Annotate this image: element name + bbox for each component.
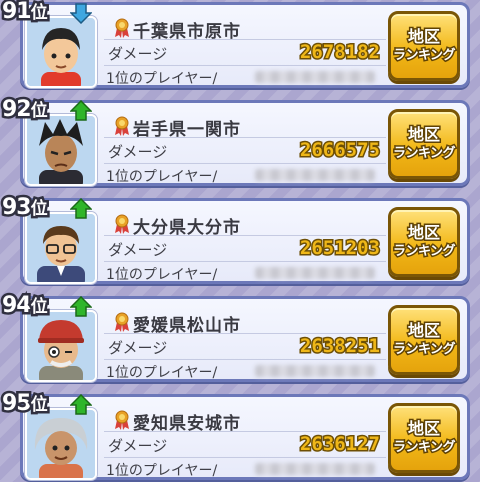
ranking-row: 95位 愛知県安城市 ダメージ 2636127 1位のプレイヤー/ 地区 ランキン… bbox=[0, 389, 480, 482]
damage-value: 2651203 bbox=[298, 236, 381, 261]
button-label-line1: 地区 bbox=[406, 26, 441, 48]
button-label-line1: 地区 bbox=[406, 222, 441, 244]
damage-value: 2636127 bbox=[298, 432, 381, 457]
regional-ranking-button[interactable]: 地区 ランキング bbox=[388, 11, 460, 81]
player-avatar bbox=[25, 310, 97, 382]
divider bbox=[104, 359, 386, 360]
button-label-line2: ランキング bbox=[391, 47, 457, 65]
divider bbox=[104, 261, 386, 262]
damage-label: ダメージ bbox=[108, 339, 168, 357]
arrow-up-icon bbox=[70, 100, 92, 121]
blurred-player-name bbox=[255, 463, 375, 475]
damage-label: ダメージ bbox=[108, 143, 168, 161]
button-label-line2: ランキング bbox=[391, 341, 457, 359]
player-avatar bbox=[25, 16, 97, 88]
top-player-label: 1位のプレイヤー/ bbox=[106, 169, 218, 185]
regional-ranking-button[interactable]: 地区 ランキング bbox=[388, 305, 460, 375]
damage-value: 2678182 bbox=[298, 40, 381, 65]
rank-number: 95位 bbox=[0, 389, 50, 419]
damage-value: 2666575 bbox=[298, 138, 381, 163]
button-label-line1: 地区 bbox=[406, 124, 441, 146]
blurred-player-name bbox=[255, 71, 375, 83]
medal-icon bbox=[115, 214, 129, 234]
rank-number: 91位 bbox=[0, 0, 50, 27]
player-avatar bbox=[25, 114, 97, 186]
blurred-player-name bbox=[255, 169, 375, 181]
button-label-line1: 地区 bbox=[406, 418, 441, 440]
damage-label: ダメージ bbox=[108, 241, 168, 259]
top-player-label: 1位のプレイヤー/ bbox=[106, 365, 218, 381]
regional-ranking-button[interactable]: 地区 ランキング bbox=[388, 207, 460, 277]
top-player-label: 1位のプレイヤー/ bbox=[106, 463, 218, 479]
arrow-up-icon bbox=[70, 198, 92, 219]
ranking-list: 91位 千葉県市原市 ダメージ 2678182 1位のプレイヤー/ 地区 ランキン… bbox=[0, 0, 480, 480]
divider bbox=[104, 163, 386, 164]
top-player-label: 1位のプレイヤー/ bbox=[106, 71, 218, 87]
top-player-label: 1位のプレイヤー/ bbox=[106, 267, 218, 283]
blurred-player-name bbox=[255, 365, 375, 377]
medal-icon bbox=[115, 18, 129, 38]
rank-number: 92位 bbox=[0, 95, 50, 125]
divider bbox=[104, 431, 386, 432]
ranking-row: 94位 愛媛県松山市 ダメージ 2638251 1位のプレイヤー/ 地区 ランキン… bbox=[0, 291, 480, 384]
damage-label: ダメージ bbox=[108, 45, 168, 63]
button-label-line1: 地区 bbox=[406, 320, 441, 342]
medal-icon bbox=[115, 410, 129, 430]
arrow-up-icon bbox=[70, 394, 92, 415]
ranking-row: 93位 大分県大分市 ダメージ 2651203 1位のプレイヤー/ 地区 ランキン… bbox=[0, 193, 480, 286]
divider bbox=[104, 39, 386, 40]
damage-label: ダメージ bbox=[108, 437, 168, 455]
divider bbox=[104, 333, 386, 334]
ranking-row: 92位 岩手県一関市 ダメージ 2666575 1位のプレイヤー/ 地区 ランキン… bbox=[0, 95, 480, 188]
button-label-line2: ランキング bbox=[391, 243, 457, 261]
damage-value: 2638251 bbox=[298, 334, 381, 359]
rank-number: 93位 bbox=[0, 193, 50, 223]
blurred-player-name bbox=[255, 267, 375, 279]
arrow-down-icon bbox=[70, 3, 92, 24]
regional-ranking-button[interactable]: 地区 ランキング bbox=[388, 403, 460, 473]
divider bbox=[104, 65, 386, 66]
ranking-row: 91位 千葉県市原市 ダメージ 2678182 1位のプレイヤー/ 地区 ランキン… bbox=[0, 0, 480, 90]
player-avatar bbox=[25, 212, 97, 284]
medal-icon bbox=[115, 116, 129, 136]
player-avatar bbox=[25, 408, 97, 480]
divider bbox=[104, 457, 386, 458]
divider bbox=[104, 137, 386, 138]
medal-icon bbox=[115, 312, 129, 332]
rank-number: 94位 bbox=[0, 291, 50, 321]
button-label-line2: ランキング bbox=[391, 145, 457, 163]
button-label-line2: ランキング bbox=[391, 439, 457, 457]
regional-ranking-button[interactable]: 地区 ランキング bbox=[388, 109, 460, 179]
arrow-up-icon bbox=[70, 296, 92, 317]
divider bbox=[104, 235, 386, 236]
